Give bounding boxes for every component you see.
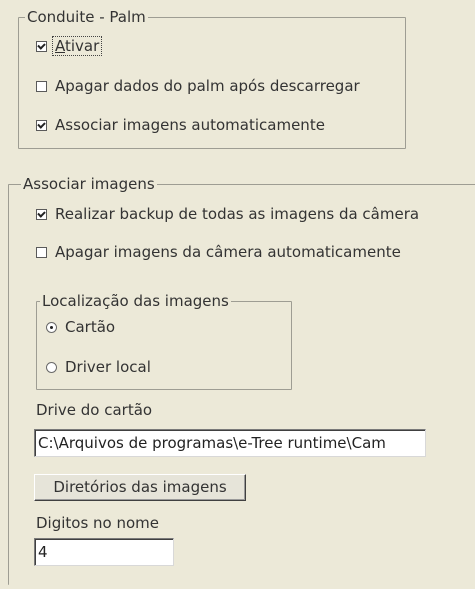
cartao-radio-row[interactable]: Cartão <box>46 318 115 336</box>
apagar-camera-checkbox[interactable] <box>36 246 47 258</box>
backup-label[interactable]: Realizar backup de todas as imagens da c… <box>55 205 419 223</box>
associar-imagens-title: Associar imagens <box>21 175 157 193</box>
ativar-label[interactable]: Ativar <box>52 36 103 56</box>
apagar-camera-checkbox-row[interactable]: Apagar imagens da câmera automaticamente <box>36 243 401 261</box>
associar-auto-checkbox-row[interactable]: Associar imagens automaticamente <box>36 116 325 134</box>
driver-local-radio-row[interactable]: Driver local <box>46 358 151 376</box>
conduite-palm-title: Conduite - Palm <box>25 8 148 26</box>
drive-label: Drive do cartão <box>36 401 153 419</box>
apagar-dados-checkbox-row[interactable]: Apagar dados do palm após descarregar <box>36 77 360 95</box>
cartao-radio[interactable] <box>46 321 57 333</box>
associar-auto-checkbox[interactable] <box>36 119 47 131</box>
driver-local-label[interactable]: Driver local <box>65 358 151 376</box>
ativar-checkbox-row[interactable]: Ativar <box>36 36 103 56</box>
backup-checkbox[interactable] <box>36 208 47 220</box>
ativar-checkbox[interactable] <box>36 40 47 52</box>
localizacao-title: Localização das imagens <box>40 292 231 310</box>
apagar-dados-label[interactable]: Apagar dados do palm após descarregar <box>55 77 360 95</box>
backup-checkbox-row[interactable]: Realizar backup de todas as imagens da c… <box>36 205 419 223</box>
digitos-label: Digitos no nome <box>36 514 160 532</box>
drive-input[interactable]: C:\Arquivos de programas\e-Tree runtime\… <box>34 429 426 457</box>
driver-local-radio[interactable] <box>46 361 57 373</box>
cartao-label[interactable]: Cartão <box>65 318 115 336</box>
digitos-input[interactable]: 4 <box>34 538 174 566</box>
associar-auto-label[interactable]: Associar imagens automaticamente <box>55 116 325 134</box>
apagar-camera-label[interactable]: Apagar imagens da câmera automaticamente <box>55 243 401 261</box>
diretorios-button[interactable]: Diretórios das imagens <box>34 474 246 501</box>
localizacao-group: Localização das imagens <box>36 292 292 390</box>
apagar-dados-checkbox[interactable] <box>36 80 47 92</box>
